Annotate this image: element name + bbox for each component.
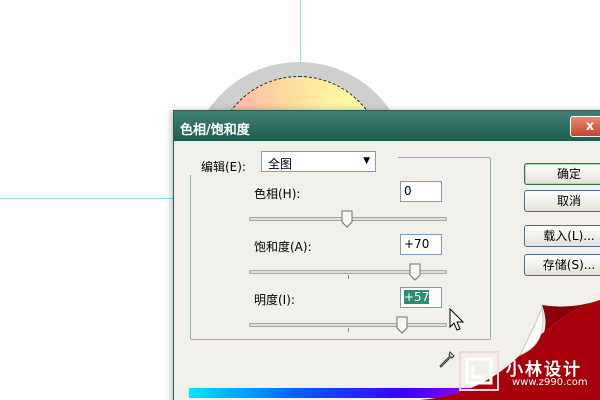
chevron-down-icon: ▼	[363, 156, 370, 166]
hue-value: 0	[404, 184, 412, 198]
hue-slider-thumb[interactable]	[341, 210, 353, 228]
load-button[interactable]: 载入(L)...	[524, 225, 600, 247]
saturation-slider-center-tick	[348, 275, 349, 279]
saturation-value: +70	[404, 237, 430, 251]
saturation-label: 饱和度(A):	[254, 240, 312, 254]
hue-input[interactable]: 0	[400, 181, 442, 202]
edit-label: 编辑(E):	[201, 160, 246, 174]
dialog-title-bar[interactable]: 色相/饱和度 x	[174, 111, 600, 141]
mouse-pointer-icon	[449, 308, 465, 331]
saturation-input[interactable]: +70	[400, 234, 442, 255]
edit-range-value: 全图	[268, 157, 293, 171]
save-button[interactable]: 存储(S)...	[524, 254, 600, 276]
close-button[interactable]: x	[570, 116, 600, 137]
saturation-slider-thumb[interactable]	[409, 263, 421, 281]
lightness-slider-center-tick	[348, 328, 349, 332]
brand-url: www.z990.com	[512, 377, 588, 388]
cancel-button[interactable]: 取消	[524, 190, 600, 212]
ok-button[interactable]: 确定	[524, 163, 600, 185]
lightness-slider-thumb[interactable]	[396, 316, 408, 334]
dialog-title: 色相/饱和度	[180, 123, 250, 138]
edit-range-select[interactable]: 全图 ▼	[261, 151, 376, 172]
lightness-slider-track[interactable]	[249, 323, 447, 332]
hue-label: 色相(H):	[254, 187, 301, 201]
close-icon: x	[585, 119, 595, 134]
horizontal-guide-line	[0, 198, 176, 199]
brand-logo-icon	[459, 351, 499, 391]
lightness-label: 明度(I):	[254, 293, 295, 307]
